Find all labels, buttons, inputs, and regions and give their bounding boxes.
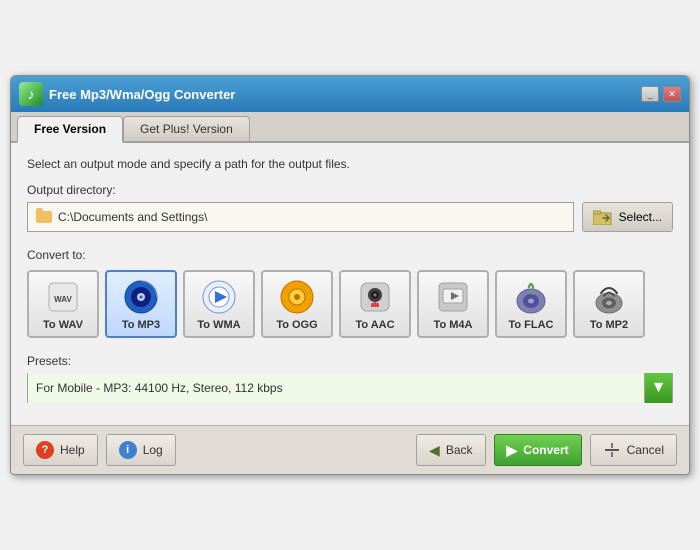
presets-row[interactable]: For Mobile - MP3: 44100 Hz, Stereo, 112 … bbox=[27, 373, 673, 403]
dir-input-inner: C:\Documents and Settings\ bbox=[36, 210, 207, 224]
app-icon bbox=[19, 82, 43, 106]
convert-button[interactable]: ▶ Convert bbox=[494, 434, 582, 466]
svg-text:WAV: WAV bbox=[54, 295, 72, 304]
log-label: Log bbox=[143, 443, 163, 457]
format-m4a-button[interactable]: To M4A bbox=[417, 270, 489, 338]
back-arrow-icon: ◀ bbox=[429, 442, 440, 459]
format-mp2-button[interactable]: To MP2 bbox=[573, 270, 645, 338]
convert-arrow-icon: ▶ bbox=[507, 442, 518, 459]
help-icon: ? bbox=[36, 441, 54, 459]
output-dir-row: C:\Documents and Settings\ Select... bbox=[27, 202, 673, 232]
select-folder-icon bbox=[593, 209, 613, 225]
cancel-icon bbox=[603, 441, 621, 459]
main-window: Free Mp3/Wma/Ogg Converter _ ✕ Free Vers… bbox=[10, 75, 690, 475]
m4a-label: To M4A bbox=[434, 319, 473, 331]
info-icon: i bbox=[119, 441, 137, 459]
flac-label: To FLAC bbox=[508, 319, 553, 331]
tab-plus-version[interactable]: Get Plus! Version bbox=[123, 116, 250, 141]
format-aac-button[interactable]: To AAC bbox=[339, 270, 411, 338]
help-button[interactable]: ? Help bbox=[23, 434, 98, 466]
select-dir-button[interactable]: Select... bbox=[582, 202, 673, 232]
mp2-icon bbox=[590, 278, 628, 316]
output-dir-input[interactable]: C:\Documents and Settings\ bbox=[27, 202, 574, 232]
format-wav-button[interactable]: WAV To WAV bbox=[27, 270, 99, 338]
select-button-label: Select... bbox=[619, 210, 662, 224]
content-area: Select an output mode and specify a path… bbox=[11, 143, 689, 425]
minimize-button[interactable]: _ bbox=[641, 86, 659, 102]
cancel-button[interactable]: Cancel bbox=[590, 434, 677, 466]
title-bar: Free Mp3/Wma/Ogg Converter _ ✕ bbox=[11, 76, 689, 112]
help-label: Help bbox=[60, 443, 85, 457]
back-label: Back bbox=[446, 443, 473, 457]
flac-icon bbox=[512, 278, 550, 316]
ogg-label: To OGG bbox=[276, 319, 317, 331]
output-dir-label: Output directory: bbox=[27, 183, 673, 197]
wav-label: To WAV bbox=[43, 319, 83, 331]
mp3-label: To MP3 bbox=[122, 319, 160, 331]
subtitle-text: Select an output mode and specify a path… bbox=[27, 157, 673, 171]
presets-dropdown-arrow[interactable]: ▼ bbox=[644, 373, 672, 403]
format-mp3-button[interactable]: To MP3 bbox=[105, 270, 177, 338]
aac-label: To AAC bbox=[355, 319, 394, 331]
format-ogg-button[interactable]: To OGG bbox=[261, 270, 333, 338]
wav-icon: WAV bbox=[44, 278, 82, 316]
window-title: Free Mp3/Wma/Ogg Converter bbox=[49, 87, 235, 102]
convert-to-label: Convert to: bbox=[27, 248, 673, 262]
convert-label: Convert bbox=[523, 443, 568, 457]
wma-label: To WMA bbox=[197, 319, 240, 331]
mp3-icon bbox=[122, 278, 160, 316]
dir-path: C:\Documents and Settings\ bbox=[58, 210, 207, 224]
format-wma-button[interactable]: To WMA bbox=[183, 270, 255, 338]
close-button[interactable]: ✕ bbox=[663, 86, 681, 102]
aac-icon bbox=[356, 278, 394, 316]
presets-value: For Mobile - MP3: 44100 Hz, Stereo, 112 … bbox=[28, 373, 644, 403]
bottom-bar: ? Help i Log ◀ Back ▶ Convert Cancel bbox=[11, 425, 689, 474]
log-button[interactable]: i Log bbox=[106, 434, 176, 466]
format-flac-button[interactable]: To FLAC bbox=[495, 270, 567, 338]
tab-free-version[interactable]: Free Version bbox=[17, 116, 123, 143]
format-buttons: WAV To WAV To MP3 bbox=[27, 270, 673, 338]
m4a-icon bbox=[434, 278, 472, 316]
window-controls: _ ✕ bbox=[641, 86, 681, 102]
wma-icon bbox=[200, 278, 238, 316]
title-bar-left: Free Mp3/Wma/Ogg Converter bbox=[19, 82, 235, 106]
mp2-label: To MP2 bbox=[590, 319, 628, 331]
tabs-row: Free Version Get Plus! Version bbox=[11, 112, 689, 143]
presets-label: Presets: bbox=[27, 354, 673, 368]
back-button[interactable]: ◀ Back bbox=[416, 434, 485, 466]
folder-icon bbox=[36, 211, 52, 223]
ogg-icon bbox=[278, 278, 316, 316]
cancel-label: Cancel bbox=[627, 443, 664, 457]
